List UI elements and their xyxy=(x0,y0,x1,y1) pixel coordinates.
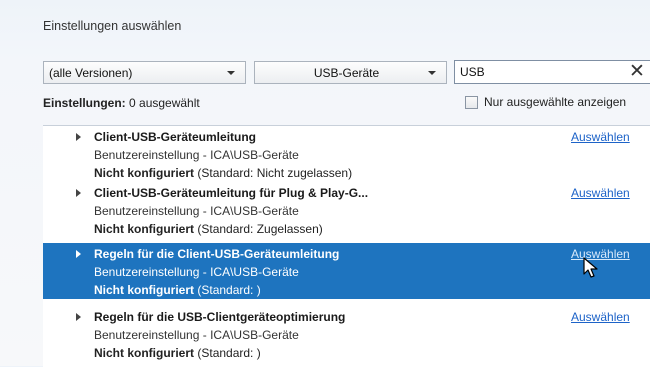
expand-arrow-icon[interactable] xyxy=(76,189,81,197)
setting-title: Regeln für die Client-USB-Geräteumleitun… xyxy=(94,247,340,261)
settings-list: Client-USB-Geräteumleitung Benutzereinst… xyxy=(43,125,650,367)
setting-path: Benutzereinstellung - ICA\USB-Geräte xyxy=(94,148,299,162)
show-selected-only-toggle[interactable]: Nur ausgewählte anzeigen xyxy=(465,95,626,109)
category-dropdown-value: USB-Geräte xyxy=(313,65,380,80)
expand-arrow-icon[interactable] xyxy=(76,133,81,141)
setting-default: (Standard: Zugelassen) xyxy=(197,222,323,236)
chevron-down-icon xyxy=(428,70,436,75)
setting-status: Nicht konfiguriert (Standard: ) xyxy=(94,346,261,360)
select-link[interactable]: Auswählen xyxy=(571,130,630,144)
setting-path: Benutzereinstellung - ICA\USB-Geräte xyxy=(94,265,299,279)
setting-path: Benutzereinstellung - ICA\USB-Geräte xyxy=(94,204,299,218)
setting-row[interactable]: Client-USB-Geräteumleitung für Plug & Pl… xyxy=(43,182,650,238)
setting-row-selected[interactable]: Regeln für die Client-USB-Geräteumleitun… xyxy=(43,243,650,299)
expand-arrow-icon[interactable] xyxy=(76,250,81,258)
setting-path: Benutzereinstellung - ICA\USB-Geräte xyxy=(94,328,299,342)
setting-title: Client-USB-Geräteumleitung xyxy=(94,130,257,144)
setting-row[interactable]: Regeln für die USB-Clientgeräteoptimieru… xyxy=(43,306,650,362)
setting-status-value: Nicht konfiguriert xyxy=(94,346,195,360)
search-box: ✕ xyxy=(454,60,650,84)
setting-status-value: Nicht konfiguriert xyxy=(94,283,195,297)
selection-count-value: 0 ausgewählt xyxy=(129,96,200,110)
setting-row[interactable]: Client-USB-Geräteumleitung Benutzereinst… xyxy=(43,126,650,182)
setting-title: Regeln für die USB-Clientgeräteoptimieru… xyxy=(94,310,346,324)
setting-default: (Standard: Nicht zugelassen) xyxy=(197,166,353,180)
category-dropdown[interactable]: USB-Geräte xyxy=(254,61,447,84)
version-dropdown[interactable]: (alle Versionen) xyxy=(43,61,246,84)
selection-count: Einstellungen: 0 ausgewählt xyxy=(43,96,200,110)
select-link[interactable]: Auswählen xyxy=(571,310,630,324)
close-icon[interactable]: ✕ xyxy=(629,60,645,84)
select-link[interactable]: Auswählen xyxy=(571,247,630,261)
search-input[interactable] xyxy=(460,63,620,81)
setting-status: Nicht konfiguriert (Standard: ) xyxy=(94,283,261,297)
setting-status-value: Nicht konfiguriert xyxy=(94,222,195,236)
setting-status: Nicht konfiguriert (Standard: Nicht zuge… xyxy=(94,166,352,180)
select-link[interactable]: Auswählen xyxy=(571,186,630,200)
setting-title: Client-USB-Geräteumleitung für Plug & Pl… xyxy=(94,186,369,200)
setting-default: (Standard: ) xyxy=(197,283,261,297)
selection-count-label: Einstellungen: xyxy=(43,96,126,110)
version-dropdown-value: (alle Versionen) xyxy=(49,65,133,80)
chevron-down-icon xyxy=(227,70,235,75)
mouse-pointer-icon xyxy=(583,257,598,278)
expand-arrow-icon[interactable] xyxy=(76,313,81,321)
setting-status-value: Nicht konfiguriert xyxy=(94,166,195,180)
page-title: Einstellungen auswählen xyxy=(43,19,182,33)
show-selected-only-label: Nur ausgewählte anzeigen xyxy=(484,95,627,109)
setting-default: (Standard: ) xyxy=(197,346,261,360)
setting-status: Nicht konfiguriert (Standard: Zugelassen… xyxy=(94,222,323,236)
show-selected-only-checkbox[interactable] xyxy=(465,95,478,109)
